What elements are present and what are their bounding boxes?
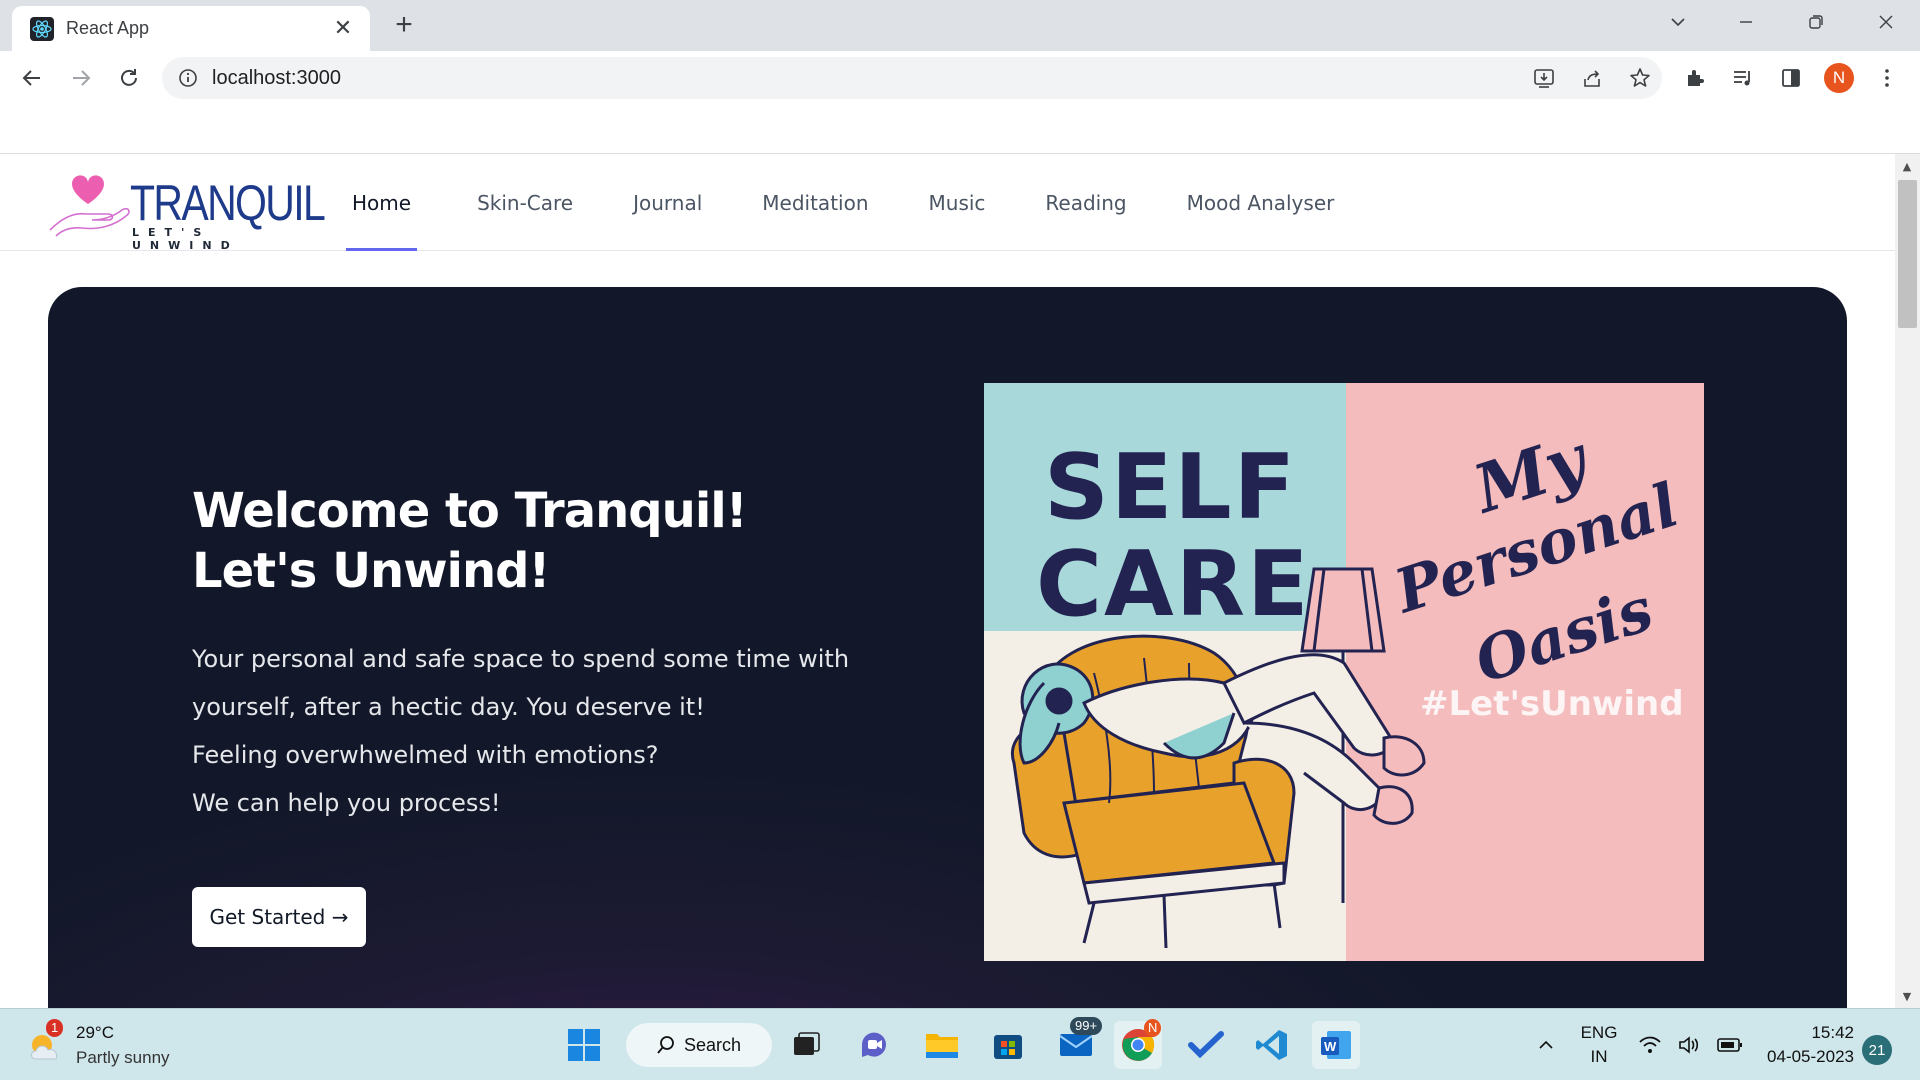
- teams-chat-icon[interactable]: [850, 1021, 898, 1069]
- browser-menu-icon[interactable]: [1868, 59, 1906, 97]
- weather-temperature: 29°C: [76, 1023, 114, 1042]
- forward-arrow-icon[interactable]: [62, 59, 100, 97]
- bookmarks-area: [0, 105, 1920, 154]
- minimize-window-icon[interactable]: [1716, 0, 1776, 44]
- vscode-icon[interactable]: [1248, 1021, 1296, 1069]
- nav-link-mood-analyser[interactable]: Mood Analyser: [1181, 154, 1341, 251]
- close-window-icon[interactable]: [1856, 0, 1916, 44]
- clock-time[interactable]: 15:42: [1762, 1023, 1854, 1043]
- hero-copy-line: We can help you process!: [192, 789, 501, 817]
- nav-link-journal[interactable]: Journal: [627, 154, 708, 251]
- react-logo-icon: [30, 16, 54, 41]
- reload-icon[interactable]: [110, 59, 148, 97]
- nav-link-meditation[interactable]: Meditation: [756, 154, 874, 251]
- notification-center-badge[interactable]: 21: [1862, 1035, 1892, 1065]
- search-icon: [657, 1036, 674, 1054]
- back-arrow-icon[interactable]: [13, 59, 51, 97]
- tab-search-icon[interactable]: [1648, 0, 1708, 44]
- weather-condition: Partly sunny: [76, 1048, 170, 1067]
- windows-start-icon[interactable]: [560, 1021, 608, 1069]
- page-viewport: TRANQUIL LET'S UNWIND Home Skin-Care Jou…: [0, 154, 1895, 1008]
- nav-link-reading[interactable]: Reading: [1039, 154, 1132, 251]
- tab-title: React App: [66, 18, 150, 38]
- weather-alert-badge: 1: [46, 1019, 64, 1037]
- clock-date[interactable]: 04-05-2023: [1754, 1047, 1854, 1067]
- side-panel-icon[interactable]: [1772, 59, 1810, 97]
- chrome-profile-badge: N: [1144, 1019, 1162, 1037]
- hero-title-line-1: Welcome to Tranquil!: [192, 483, 748, 539]
- get-started-button[interactable]: Get Started →: [192, 887, 366, 947]
- care-text: CARE: [1036, 532, 1310, 637]
- browser-tab-strip: React App ✕ +: [0, 0, 1920, 51]
- logo-wordmark: TRANQUIL: [130, 175, 326, 231]
- mail-unread-badge: 99+: [1070, 1017, 1103, 1035]
- hashtag-text: #Let'sUnwind: [1420, 684, 1684, 724]
- weather-widget[interactable]: 1 29°C Partly sunny: [24, 1017, 224, 1073]
- install-app-icon[interactable]: [1524, 57, 1564, 99]
- language-line-1[interactable]: ENG: [1576, 1023, 1622, 1043]
- nav-link-skin-care[interactable]: Skin-Care: [471, 154, 579, 251]
- new-tab-button[interactable]: +: [386, 8, 422, 44]
- scroll-down-arrow-icon[interactable]: ▼: [1900, 990, 1914, 1004]
- site-info-icon[interactable]: [178, 68, 198, 88]
- site-navbar: TRANQUIL LET'S UNWIND Home Skin-Care Jou…: [0, 154, 1895, 252]
- scroll-up-arrow-icon[interactable]: ▲: [1900, 160, 1914, 174]
- microsoft-store-icon[interactable]: [984, 1021, 1032, 1069]
- restore-window-icon[interactable]: [1786, 0, 1846, 44]
- todo-checkmark-icon[interactable]: [1182, 1021, 1230, 1069]
- svg-text:W: W: [1324, 1039, 1337, 1054]
- chrome-taskbar-icon[interactable]: N: [1114, 1019, 1162, 1069]
- search-label: Search: [684, 1034, 742, 1055]
- hero-description: Your personal and safe space to spend so…: [192, 635, 912, 827]
- wifi-icon[interactable]: [1630, 1021, 1670, 1069]
- task-view-icon[interactable]: [782, 1021, 830, 1069]
- language-line-2[interactable]: IN: [1576, 1047, 1622, 1067]
- mail-icon[interactable]: 99+: [1052, 1017, 1103, 1069]
- nav-link-home[interactable]: Home: [346, 154, 418, 251]
- share-icon[interactable]: [1572, 57, 1612, 99]
- tranquil-logo[interactable]: TRANQUIL LET'S UNWIND: [48, 170, 326, 252]
- hero-copy-line: yourself, after a hectic day. You deserv…: [192, 693, 705, 721]
- browser-toolbar: localhost:3000 N: [0, 51, 1920, 105]
- scrollbar-thumb[interactable]: [1898, 180, 1917, 328]
- show-hidden-icons-chevron-icon[interactable]: [1522, 1021, 1570, 1069]
- hero-title: Welcome to Tranquil! Let's Unwind!: [192, 481, 892, 601]
- taskbar-search[interactable]: Search: [626, 1023, 772, 1067]
- battery-icon[interactable]: [1710, 1021, 1750, 1069]
- extensions-puzzle-icon[interactable]: [1676, 59, 1714, 97]
- self-text: SELF: [1044, 435, 1297, 540]
- primary-nav: Home Skin-Care Journal Meditation Music …: [346, 154, 1340, 251]
- hero-copy-line: Your personal and safe space to spend so…: [192, 645, 850, 673]
- url-text: localhost:3000: [212, 66, 341, 89]
- browser-tab[interactable]: React App ✕: [12, 6, 370, 51]
- windows-taskbar: 1 29°C Partly sunny Search 99+ N W ENG I: [0, 1008, 1920, 1080]
- bookmark-star-icon[interactable]: [1620, 57, 1660, 99]
- logo-tagline: LET'S UNWIND: [132, 226, 239, 252]
- self-care-illustration: SELF CARE My Personal Oasis #Let'sUnwind: [984, 383, 1704, 961]
- close-tab-icon[interactable]: ✕: [330, 16, 356, 41]
- nav-link-music[interactable]: Music: [923, 154, 992, 251]
- media-queue-icon[interactable]: [1724, 59, 1762, 97]
- word-icon[interactable]: W: [1312, 1021, 1360, 1069]
- file-explorer-icon[interactable]: [918, 1021, 966, 1069]
- hero-section: Welcome to Tranquil! Let's Unwind! Your …: [48, 287, 1847, 1008]
- hero-title-line-2: Let's Unwind!: [192, 543, 550, 599]
- hero-copy-line: Feeling overwhwelmed with emotions?: [192, 741, 659, 769]
- profile-initial: N: [1824, 63, 1854, 93]
- profile-avatar[interactable]: N: [1820, 59, 1858, 97]
- heart-hand-icon: [49, 175, 130, 237]
- address-bar[interactable]: localhost:3000: [162, 57, 1662, 99]
- volume-icon[interactable]: [1670, 1021, 1710, 1069]
